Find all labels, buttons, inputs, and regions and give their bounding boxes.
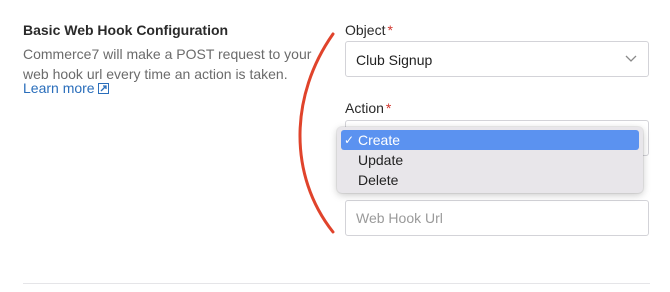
option-label: Delete [358, 172, 399, 188]
object-field-label: Object * [345, 22, 393, 38]
check-icon: ✓ [344, 133, 355, 147]
action-dropdown-menu: ✓ Create Update Delete [337, 127, 643, 193]
action-option-delete[interactable]: Delete [341, 170, 639, 190]
object-label-text: Object [345, 22, 386, 38]
action-field-label: Action * [345, 100, 391, 116]
required-mark: * [385, 100, 392, 116]
learn-more-label: Learn more [23, 80, 95, 96]
option-label: Create [358, 132, 401, 148]
action-option-update[interactable]: Update [341, 150, 639, 170]
action-option-create[interactable]: ✓ Create [341, 130, 639, 150]
action-label-text: Action [345, 100, 384, 116]
object-select[interactable]: Club Signup [345, 41, 649, 77]
section-divider [23, 283, 650, 284]
web-hook-url-input[interactable] [345, 200, 649, 236]
object-select-value: Club Signup [356, 52, 433, 68]
section-description: Commerce7 will make a POST request to yo… [23, 46, 312, 82]
external-link-icon [97, 82, 109, 94]
learn-more-link[interactable]: Learn more [23, 80, 109, 96]
chevron-down-icon [625, 55, 637, 62]
required-mark: * [387, 22, 393, 38]
section-title: Basic Web Hook Configuration [23, 22, 229, 38]
option-label: Update [358, 152, 404, 168]
